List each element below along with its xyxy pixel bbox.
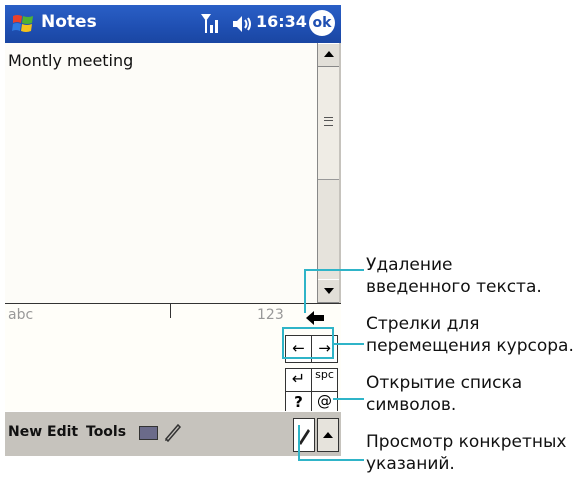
callout-arrows-line1: Стрелки для	[366, 314, 480, 334]
callout-symbols-line2: символов.	[366, 395, 457, 415]
callout-help-line1: Просмотр конкретных	[366, 432, 567, 452]
callout-delete-line1: Удаление	[366, 255, 453, 275]
callout-delete: Удаление введенного текста.	[366, 254, 542, 298]
callout-help: Просмотр конкретных указаний.	[366, 431, 566, 475]
callout-symbols-line1: Открытие списка	[366, 373, 523, 393]
callout-help-line2: указаний.	[366, 454, 455, 474]
callout-arrows: Стрелки для перемещения курсора.	[366, 313, 574, 357]
callout-arrows-line2: перемещения курсора.	[366, 336, 574, 356]
callout-delete-line2: введенного текста.	[366, 277, 542, 297]
callout-symbols: Открытие списка символов.	[366, 372, 522, 416]
